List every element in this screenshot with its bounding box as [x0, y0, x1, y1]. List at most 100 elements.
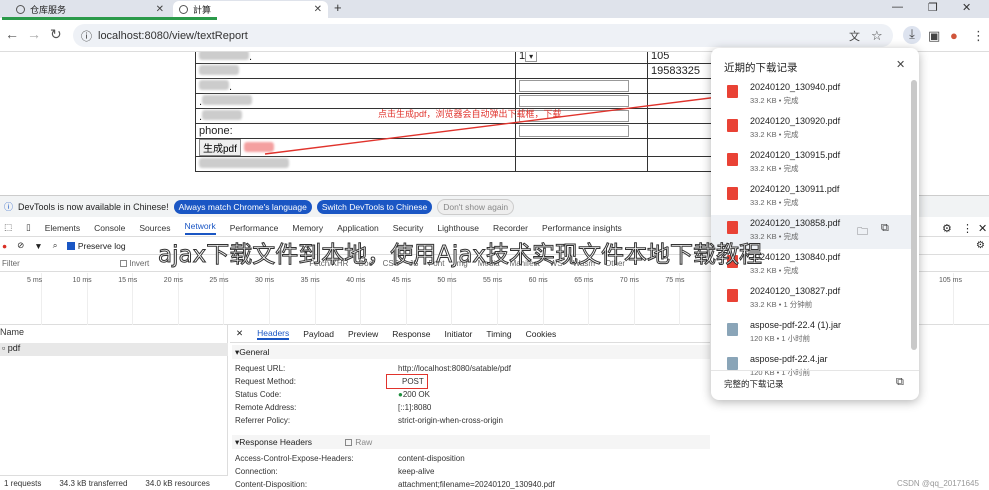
tab-console[interactable]: Console: [94, 223, 125, 233]
raw-checkbox-icon[interactable]: [345, 438, 353, 446]
invert-checkbox[interactable]: Invert: [120, 259, 149, 268]
download-meta: 33.2 KB • 1 分钟前: [750, 300, 813, 309]
open-external-icon[interactable]: ⧉: [881, 222, 889, 235]
address-bar[interactable]: ⓘ localhost:8080/view/textReport: [73, 24, 893, 47]
header-row: Request URL: http://localhost:8080/satabl…: [235, 364, 511, 373]
timeline-tick: 10 ms: [72, 277, 92, 284]
download-filename: 20240120_130920.pdf: [750, 116, 841, 126]
close-icon[interactable]: ✕: [314, 4, 322, 15]
tab-response[interactable]: Response: [392, 329, 430, 339]
timeline-tick: 20 ms: [163, 277, 183, 284]
header-row: Content-Disposition: attachment;filename=…: [235, 480, 555, 489]
download-filename: 20240120_130915.pdf: [750, 150, 841, 160]
tab-initiator[interactable]: Initiator: [445, 329, 473, 339]
translate-icon[interactable]: 文: [849, 28, 860, 44]
header-value: 200 OK: [402, 390, 430, 399]
tab-active[interactable]: 計算 ✕: [173, 1, 328, 18]
close-devtools-icon[interactable]: ✕: [978, 222, 987, 235]
filter-input[interactable]: Filter: [0, 259, 110, 268]
device-icon[interactable]: ▯: [26, 222, 31, 233]
download-filename: 20240120_130827.pdf: [750, 286, 841, 296]
clear-icon[interactable]: ⊘: [17, 240, 24, 251]
download-item[interactable]: 20240120_130915.pdf 33.2 KB • 完成: [711, 147, 911, 181]
tab-elements[interactable]: Elements: [45, 223, 80, 233]
download-item[interactable]: 20240120_130827.pdf 33.2 KB • 1 分钟前: [711, 283, 911, 317]
folder-icon[interactable]: 🗀: [857, 223, 868, 242]
detail-tabs: ✕ Headers Payload Preview Response Initi…: [230, 325, 710, 343]
header-row: Status Code: ● 200 OK: [235, 390, 430, 399]
tab-performance[interactable]: Performance: [230, 223, 279, 233]
header-value: strict-origin-when-cross-origin: [398, 416, 503, 425]
record-icon[interactable]: ●: [2, 241, 7, 251]
download-item[interactable]: 20240120_130911.pdf 33.2 KB • 完成: [711, 181, 911, 215]
match-language-button[interactable]: Always match Chrome's language: [173, 199, 312, 214]
tab-security[interactable]: Security: [393, 223, 424, 233]
download-filename: 20240120_130840.pdf: [750, 252, 841, 262]
tab-sources[interactable]: Sources: [139, 223, 170, 233]
download-panel-title: 近期的下载记录: [724, 62, 798, 74]
globe-icon: [16, 5, 25, 14]
dont-show-button[interactable]: Don't show again: [437, 198, 515, 215]
avatar[interactable]: ●: [950, 28, 958, 43]
pdf-file-icon: [727, 85, 738, 98]
tab-performance-insights[interactable]: Performance insights: [542, 223, 622, 233]
timeline-tick: 40 ms: [346, 277, 366, 284]
bookmark-star-icon[interactable]: ☆: [871, 28, 883, 44]
tab-headers[interactable]: Headers: [257, 328, 290, 340]
tab-timing[interactable]: Timing: [486, 329, 511, 339]
reload-icon[interactable]: ↻: [50, 26, 62, 43]
new-tab-button[interactable]: +: [334, 0, 342, 15]
search-icon[interactable]: ⌕: [53, 240, 58, 251]
tab-recorder[interactable]: Recorder: [493, 223, 528, 233]
minimize-icon[interactable]: —: [892, 1, 903, 13]
menu-icon[interactable]: ⋮: [972, 28, 985, 44]
switch-chinese-button[interactable]: Switch DevTools to Chinese: [316, 199, 433, 214]
download-icon[interactable]: ⤓: [903, 26, 921, 44]
download-meta: 33.2 KB • 完成: [750, 130, 799, 139]
full-history-link[interactable]: 完整的下载记录: [724, 378, 784, 390]
network-status-bar: 1 requests 34.3 kB transferred 34.0 kB r…: [0, 475, 228, 490]
name-column-header[interactable]: Name: [0, 327, 24, 337]
scrollbar[interactable]: [911, 80, 917, 350]
filter-icon[interactable]: ▼: [34, 241, 42, 251]
close-icon[interactable]: ✕: [156, 4, 164, 15]
download-item[interactable]: 20240120_130920.pdf 33.2 KB • 完成: [711, 113, 911, 147]
tab-application[interactable]: Application: [337, 223, 379, 233]
info-icon: ⓘ: [4, 202, 14, 212]
back-icon[interactable]: ←: [5, 26, 19, 42]
close-icon[interactable]: ✕: [236, 328, 243, 339]
tab-payload[interactable]: Payload: [303, 329, 334, 339]
gear-icon[interactable]: ⚙: [976, 240, 985, 251]
close-icon[interactable]: ✕: [896, 58, 905, 71]
tab-lighthouse[interactable]: Lighthouse: [437, 223, 479, 233]
maximize-icon[interactable]: ❐: [928, 1, 938, 14]
tab-cookies[interactable]: Cookies: [526, 329, 557, 339]
header-key: Remote Address:: [235, 403, 297, 412]
preserve-log-checkbox[interactable]: Preserve log: [67, 240, 126, 251]
info-icon[interactable]: ⓘ: [81, 28, 92, 44]
close-window-icon[interactable]: ✕: [962, 1, 971, 14]
tab-warehouse[interactable]: 仓库服务 ✕: [10, 1, 170, 18]
header-value: attachment;filename=20240120_130940.pdf: [398, 480, 555, 489]
header-key: Request Method:: [235, 377, 296, 386]
tab-memory[interactable]: Memory: [292, 223, 323, 233]
general-section-header[interactable]: ▾ General: [232, 345, 710, 359]
inspect-icon[interactable]: ⬚: [4, 222, 12, 233]
settings-icon[interactable]: ⚙: [942, 222, 952, 235]
preserve-log-label: Preserve log: [77, 240, 126, 251]
open-external-icon[interactable]: ⧉: [896, 376, 904, 389]
download-item[interactable]: aspose-pdf-22.4 (1).jar 120 KB • 1 小时前: [711, 317, 911, 351]
tab-network[interactable]: Network: [184, 221, 216, 235]
timeline-tick: 60 ms: [528, 277, 548, 284]
download-filename: 20240120_130858.pdf: [750, 218, 841, 228]
more-icon[interactable]: ⋮: [962, 222, 973, 235]
sidepanel-icon[interactable]: ▣: [928, 28, 940, 44]
download-filename: 20240120_130911.pdf: [750, 184, 840, 194]
request-row[interactable]: ▫ pdf: [0, 343, 228, 356]
response-headers-section[interactable]: ▾ Response Headers Raw: [232, 435, 710, 449]
download-item[interactable]: 20240120_130940.pdf 33.2 KB • 完成: [711, 79, 911, 113]
banner-text: DevTools is now available in Chinese!: [18, 201, 169, 212]
forward-icon[interactable]: →: [27, 26, 41, 42]
tab-preview[interactable]: Preview: [348, 329, 378, 339]
download-meta: 33.2 KB • 完成: [750, 198, 799, 207]
